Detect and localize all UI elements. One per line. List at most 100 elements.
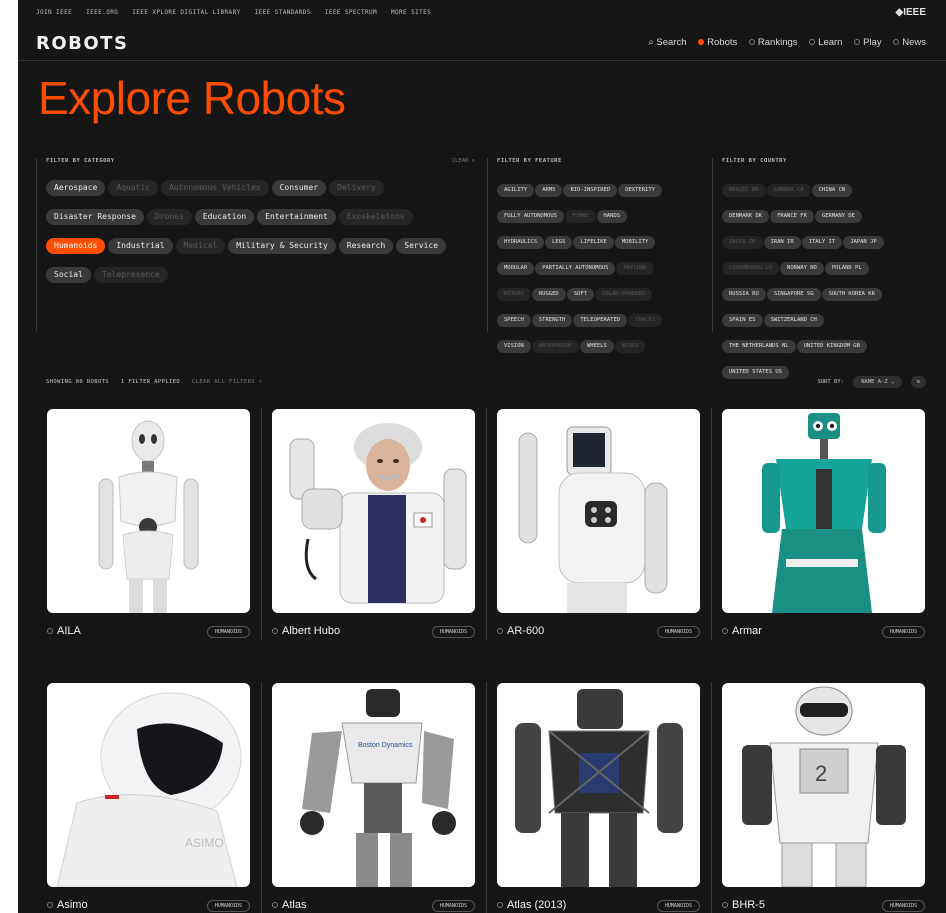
country-chip[interactable]: DENMARK DK (722, 210, 770, 223)
robot-category-tag[interactable]: HUMANOIDS (431, 900, 475, 912)
top-link-join-ieee[interactable]: JOIN IEEE (36, 9, 72, 16)
robot-card[interactable]: AILA HUMANOIDS (47, 409, 250, 638)
robot-category-tag[interactable]: HUMANOIDS (431, 626, 475, 638)
category-chip[interactable]: Telepresence (93, 267, 168, 283)
category-chip[interactable]: Aerospace (46, 180, 106, 196)
category-chip[interactable]: Entertainment (257, 209, 336, 225)
feature-chip[interactable]: WATERPROOF (531, 340, 579, 353)
country-chip[interactable]: GERMANY DE (814, 210, 863, 223)
category-chip[interactable]: Disaster Response (46, 209, 144, 225)
robot-category-tag[interactable]: HUMANOIDS (656, 626, 700, 638)
country-chip[interactable]: UNITED KINGDOM GB (796, 340, 867, 353)
robot-card[interactable]: Atlas (2013) HUMANOIDS (497, 683, 700, 912)
feature-chip[interactable]: WINGS (614, 340, 646, 353)
country-chip[interactable]: POLAND PL (824, 262, 869, 275)
feature-chip[interactable]: TRACKS (628, 314, 662, 327)
robot-category-tag[interactable]: HUMANOIDS (881, 626, 925, 638)
country-chip[interactable]: IRAN IR (763, 236, 801, 249)
country-chip[interactable]: ITALY IT (801, 236, 843, 249)
sort-select[interactable]: NAME A-Z ⌄ (853, 376, 903, 388)
feature-chip[interactable]: HYDRAULICS (497, 236, 545, 249)
category-chip[interactable]: Autonomous Vehicles (161, 180, 269, 196)
country-chip[interactable]: JAPAN JP (843, 236, 884, 249)
country-chip[interactable]: SOUTH KOREA KR (821, 288, 882, 301)
top-link-ieee-org[interactable]: IEEE.ORG (86, 9, 118, 16)
country-chip[interactable]: RUSSIA RU (722, 288, 766, 301)
country-chip[interactable]: FRANCE FR (770, 210, 814, 223)
robot-card[interactable]: 2 BHR-5 HUMANOIDS (722, 683, 925, 912)
country-chip[interactable]: CANADA CA (766, 184, 811, 197)
robot-category-tag[interactable]: HUMANOIDS (656, 900, 700, 912)
sort-direction-icon[interactable]: ⇅ (910, 376, 926, 388)
feature-chip[interactable]: MOBILITY (614, 236, 656, 249)
robot-card[interactable]: Boston Dynamics Atlas HUMANOIDS (272, 683, 475, 912)
robot-card[interactable]: Armar HUMANOIDS (722, 409, 925, 638)
nav-rankings[interactable]: Rankings (748, 37, 798, 48)
clear-category-button[interactable]: CLEAR × (452, 158, 475, 164)
feature-chip[interactable]: LEGS (545, 236, 573, 249)
category-chip[interactable]: Delivery (329, 180, 384, 196)
category-chip[interactable]: Social (46, 267, 91, 283)
country-chip[interactable]: SPAIN ES (722, 314, 763, 327)
category-chip[interactable]: Consumer (271, 180, 327, 196)
category-chip[interactable]: Education (194, 209, 255, 225)
country-chip[interactable]: UNITED STATES US (722, 366, 789, 379)
category-chip[interactable]: Industrial (108, 238, 173, 254)
feature-chip[interactable]: AGILITY (497, 184, 535, 197)
ieee-logo[interactable]: ◆IEEE (896, 7, 926, 18)
country-chip[interactable]: LUXEMBOURG LU (722, 262, 780, 275)
feature-chip[interactable]: TELEOPERATED (573, 314, 628, 327)
category-chip[interactable]: Medical (175, 238, 226, 254)
robot-category-tag[interactable]: HUMANOIDS (881, 900, 925, 912)
category-chip-active[interactable]: Humanoids (46, 238, 106, 254)
robot-card[interactable]: ASIMO Asimo HUMANOIDS (47, 683, 250, 912)
country-chip[interactable]: BRAZIL BR (722, 184, 766, 197)
country-chip[interactable]: SWITZERLAND CH (763, 314, 824, 327)
feature-chip[interactable]: STRENGTH (531, 314, 573, 327)
top-link-xplore[interactable]: IEEE XPLORE DIGITAL LIBRARY (132, 9, 240, 16)
robot-card[interactable]: AR-600 HUMANOIDS (497, 409, 700, 638)
feature-chip[interactable]: BIO-INSPIRED (563, 184, 618, 197)
category-chip[interactable]: Drones (146, 209, 192, 225)
feature-chip[interactable]: VISION (497, 340, 531, 353)
feature-chip[interactable]: PAYLOAD (616, 262, 654, 275)
country-chip[interactable]: SINGAPORE SG (766, 288, 821, 301)
robot-category-tag[interactable]: HUMANOIDS (206, 900, 250, 912)
feature-chip[interactable]: ROTORS (497, 288, 531, 301)
robot-name: AILA (47, 625, 81, 637)
feature-chip[interactable]: SPEECH (497, 314, 531, 327)
country-chip[interactable]: NORWAY NO (780, 262, 824, 275)
top-link-standards[interactable]: IEEE STANDARDS (255, 9, 311, 16)
feature-chip[interactable]: FULLY AUTONOMOUS (497, 210, 564, 223)
category-chip[interactable]: Military & Security (228, 238, 336, 254)
nav-search[interactable]: ⌕ Search (648, 37, 686, 48)
robots-logo[interactable]: ROBOTS (36, 33, 128, 54)
category-chip[interactable]: Aquatic (108, 180, 159, 196)
feature-chip[interactable]: RUGGED (531, 288, 566, 301)
category-chip[interactable]: Service (396, 238, 447, 254)
top-link-more-sites[interactable]: MORE SITES (391, 9, 431, 16)
top-link-spectrum[interactable]: IEEE SPECTRUM (325, 9, 377, 16)
nav-learn[interactable]: Learn (809, 37, 842, 48)
category-chip[interactable]: Exoskeletons (338, 209, 413, 225)
feature-chip[interactable]: MODULAR (497, 262, 535, 275)
feature-chip[interactable]: PARTIALLY AUTONOMOUS (535, 262, 616, 275)
feature-chip[interactable]: HANDS (596, 210, 628, 223)
robot-category-tag[interactable]: HUMANOIDS (206, 626, 250, 638)
country-chip[interactable]: THE NETHERLANDS NL (722, 340, 796, 353)
feature-chip[interactable]: ARMS (535, 184, 563, 197)
feature-chip[interactable]: SOLAR-POWERED (595, 288, 653, 301)
nav-robots[interactable]: Robots (698, 37, 737, 48)
clear-all-filters-button[interactable]: CLEAR ALL FILTERS × (192, 379, 263, 385)
nav-play[interactable]: Play (854, 37, 882, 48)
feature-chip[interactable]: LIFELIKE (573, 236, 614, 249)
feature-chip[interactable]: WHEELS (580, 340, 614, 353)
feature-chip[interactable]: FUNNY (564, 210, 596, 223)
feature-chip[interactable]: SOFT (566, 288, 594, 301)
category-chip[interactable]: Research (338, 238, 394, 254)
robot-card[interactable]: Albert Hubo HUMANOIDS (272, 409, 475, 638)
nav-news[interactable]: News (893, 37, 926, 48)
feature-chip[interactable]: DEXTERITY (618, 184, 662, 197)
country-chip[interactable]: CHINA CN (811, 184, 853, 197)
country-chip[interactable]: INDIA IN (722, 236, 763, 249)
